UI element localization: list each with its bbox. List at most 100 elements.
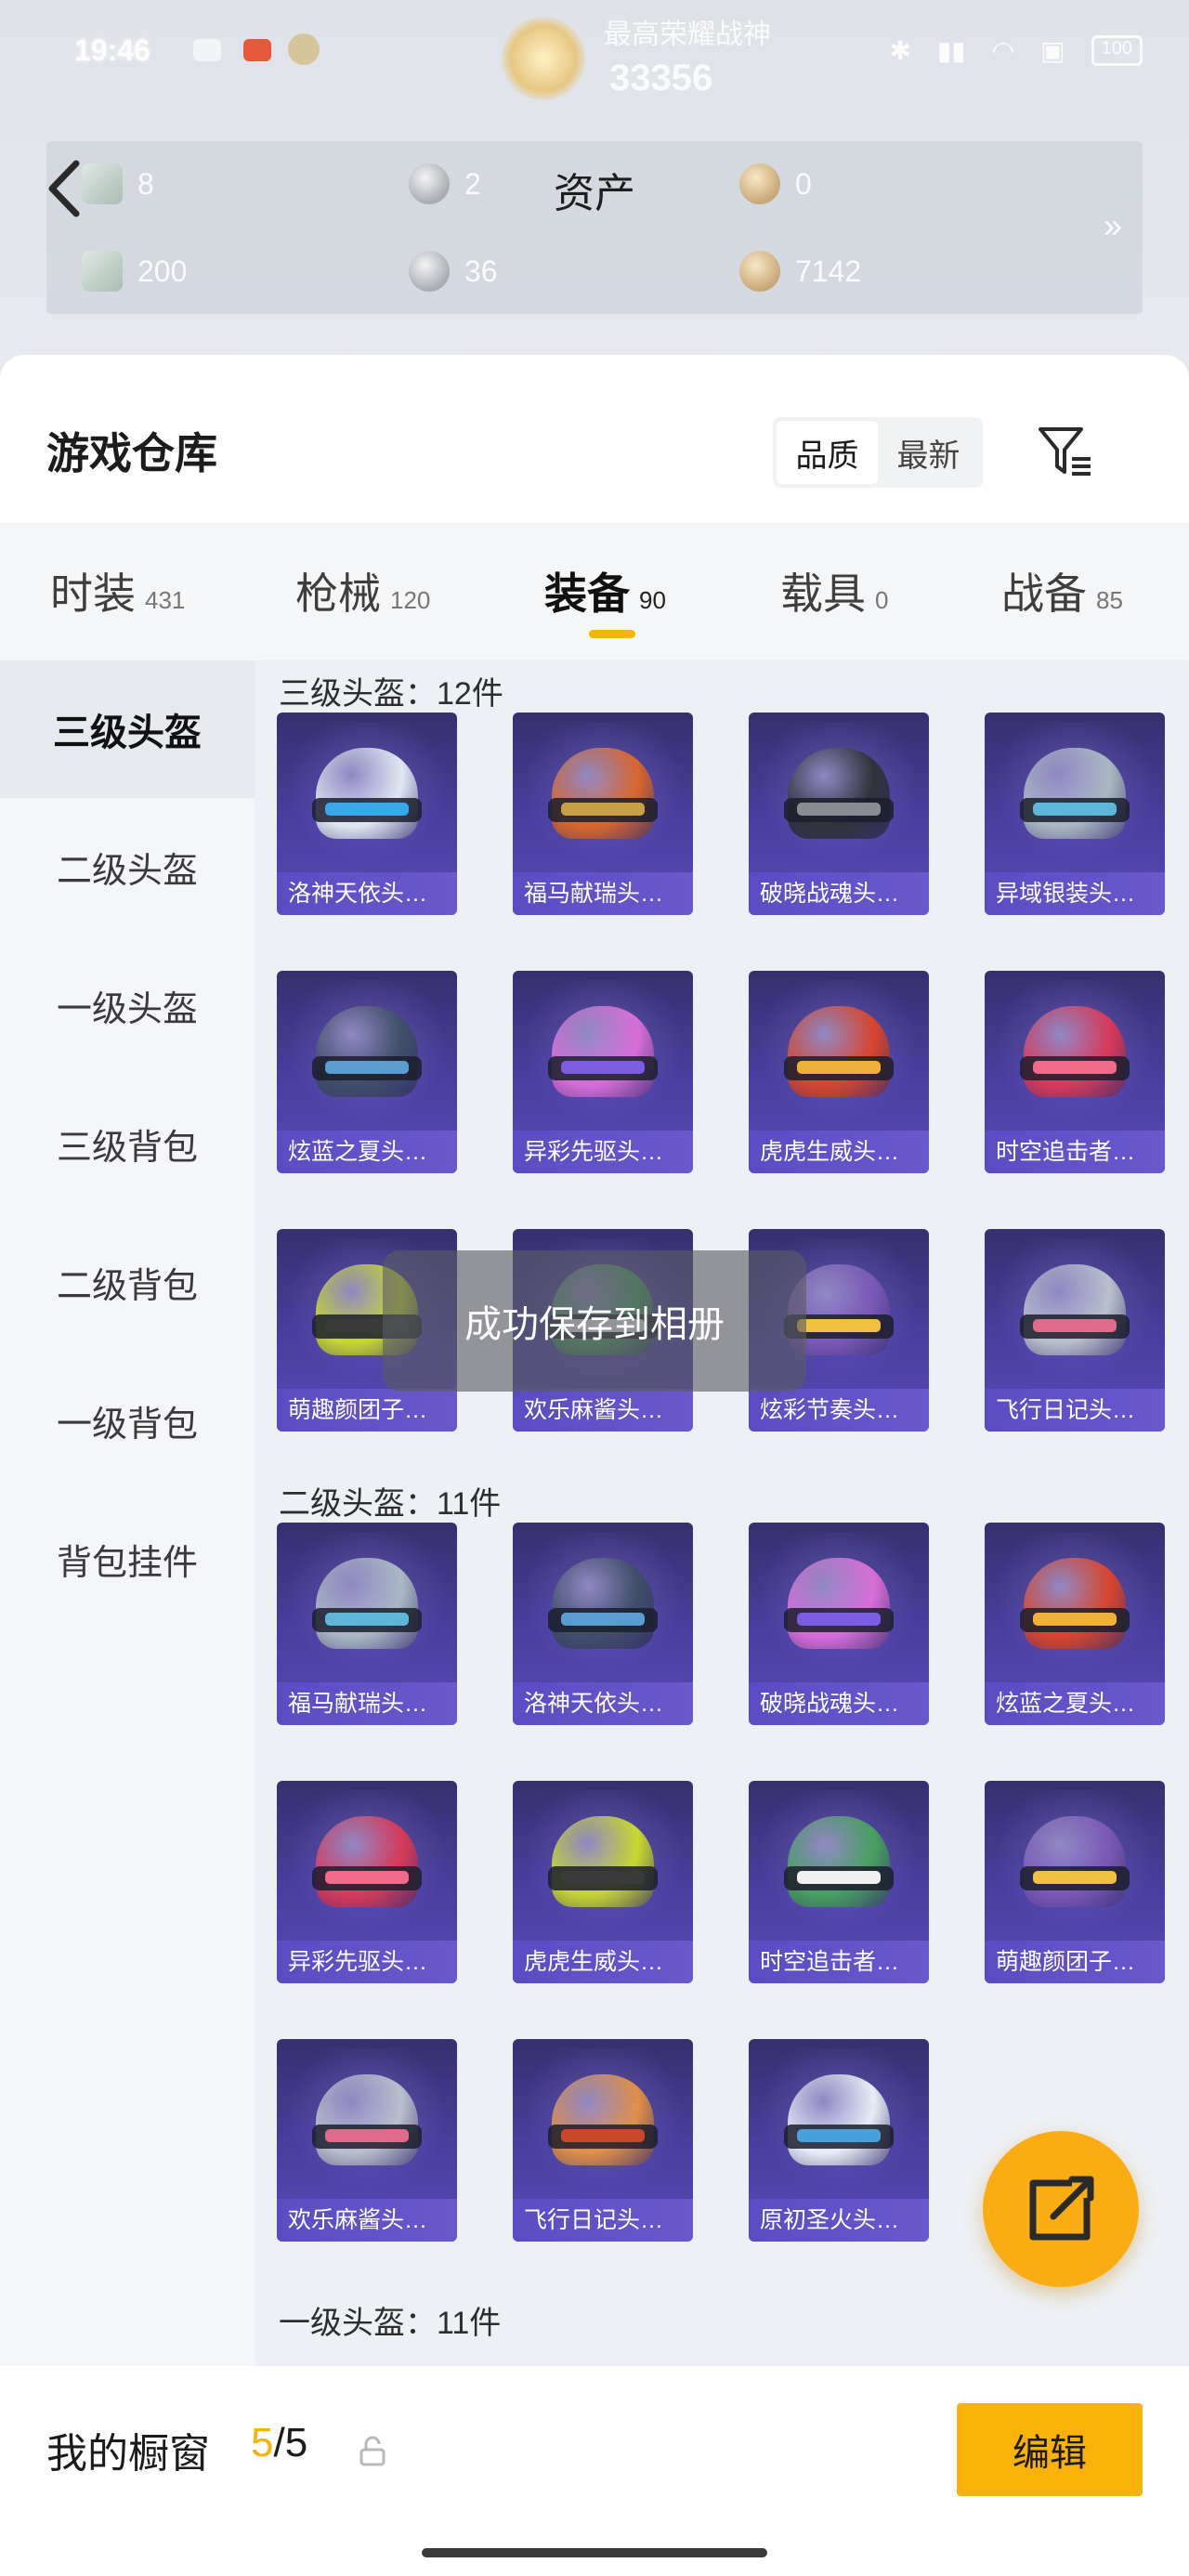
chevron-right-icon[interactable]: » — [1104, 206, 1122, 245]
helmet-icon — [788, 1816, 890, 1907]
helmet-visor-lens — [797, 1871, 881, 1884]
filter-icon[interactable] — [1033, 418, 1098, 483]
gold-coin-icon — [739, 163, 780, 204]
share-icon — [1029, 2176, 1094, 2241]
toast-message: 成功保存到相册 — [383, 1250, 806, 1392]
item-card[interactable]: 飞行日记头… — [513, 2039, 693, 2242]
item-name: 时空追击者… — [985, 1131, 1165, 1173]
showcase-total: 5 — [284, 2420, 308, 2465]
asset-ticket: 200 — [82, 251, 187, 292]
item-card[interactable]: 飞行日记头… — [985, 1229, 1165, 1432]
tab-supplies[interactable]: 战备 85 — [1001, 560, 1123, 621]
tab-weapons[interactable]: 枪械 120 — [295, 560, 430, 621]
asset-header: 19:46 ✱ ▮▮ ◠ ▣ 100 最高荣耀战神 33356 资产 » 8 2… — [0, 0, 1189, 372]
item-card[interactable]: 原初圣火头… — [749, 2039, 929, 2242]
item-card[interactable]: 时空追击者… — [985, 971, 1165, 1173]
helmet-visor-lens — [561, 1613, 645, 1626]
showcase-label: 我的橱窗 — [46, 2431, 210, 2477]
item-card[interactable]: 炫蓝之夏头… — [985, 1523, 1165, 1725]
item-card[interactable]: 破晓战魂头… — [749, 1523, 929, 1725]
sort-quality-button[interactable]: 品质 — [777, 421, 878, 484]
showcase-separator: / — [273, 2420, 285, 2465]
item-card[interactable]: 异彩先驱头… — [513, 971, 693, 1173]
helmet-visor-lens — [561, 2129, 645, 2142]
sort-latest-button[interactable]: 最新 — [878, 421, 979, 484]
helmet-icon — [316, 2074, 418, 2165]
notification-icon — [193, 39, 221, 61]
tab-count: 120 — [390, 586, 431, 614]
helmet-icon — [316, 1558, 418, 1649]
item-card[interactable]: 洛神天依头… — [277, 713, 457, 915]
lock-icon — [359, 2436, 385, 2466]
helmet-visor-lens — [561, 1871, 645, 1884]
helmet-visor-lens — [325, 2129, 409, 2142]
status-time: 19:46 — [74, 33, 150, 67]
item-card[interactable]: 虎虎生威头… — [513, 1781, 693, 1983]
helmet-icon — [552, 748, 654, 839]
sidebar-item-level1-helmet[interactable]: 一级头盔 — [0, 936, 255, 1074]
helmet-visor-lens — [797, 803, 881, 816]
game-icon — [243, 39, 271, 61]
tab-label: 战备 — [1001, 569, 1087, 618]
item-card[interactable]: 异彩先驱头… — [277, 1781, 457, 1983]
helmet-icon — [1024, 1816, 1126, 1907]
item-card[interactable]: 破晓战魂头… — [749, 713, 929, 915]
helmet-icon — [552, 2074, 654, 2165]
helmet-icon — [1024, 1006, 1126, 1097]
sidebar-item-level2-helmet[interactable]: 二级头盔 — [0, 798, 255, 935]
helmet-icon — [1024, 1264, 1126, 1355]
helmet-visor-lens — [797, 2129, 881, 2142]
item-card[interactable]: 异域银装头… — [985, 713, 1165, 915]
helmet-visor-lens — [325, 1871, 409, 1884]
helmet-visor-lens — [797, 1319, 881, 1332]
tab-fashion[interactable]: 时装 431 — [50, 560, 185, 621]
item-card[interactable]: 福马献瑞头… — [277, 1523, 457, 1725]
sidebar-item-level2-backpack[interactable]: 二级背包 — [0, 1213, 255, 1351]
sidebar-item-backpack-charm[interactable]: 背包挂件 — [0, 1490, 255, 1628]
section-title: 二级头盔：11件 — [279, 1486, 502, 1522]
helmet-icon — [316, 1006, 418, 1097]
helmet-icon — [1024, 1558, 1126, 1649]
item-name: 欢乐麻酱头… — [277, 2199, 457, 2242]
category-tabs: 时装 431 枪械 120 装备 90 载具 0 战备 85 — [0, 523, 1189, 660]
status-bar: 19:46 ✱ ▮▮ ◠ ▣ 100 — [0, 28, 1189, 84]
item-card[interactable]: 洛神天依头… — [513, 1523, 693, 1725]
tab-label: 装备 — [544, 569, 630, 618]
item-card[interactable]: 福马献瑞头… — [513, 713, 693, 915]
asset-gem: 8 — [82, 163, 154, 204]
active-tab-indicator — [589, 630, 635, 638]
tab-label: 载具 — [780, 569, 866, 618]
showcase-bar: 我的橱窗 5/5 编辑 — [0, 2368, 1189, 2576]
asset-value: 0 — [795, 166, 812, 201]
asset-value: 200 — [137, 254, 188, 288]
item-card[interactable]: 欢乐麻酱头… — [277, 2039, 457, 2242]
token-icon — [409, 163, 450, 204]
item-card[interactable]: 虎虎生威头… — [749, 971, 929, 1173]
sidebar-item-level1-backpack[interactable]: 一级背包 — [0, 1352, 255, 1489]
item-name: 炫彩节奏头… — [749, 1389, 929, 1432]
tab-equipment[interactable]: 装备 90 — [544, 560, 666, 621]
tab-count: 85 — [1096, 586, 1123, 614]
tab-count: 90 — [639, 586, 666, 614]
edit-button[interactable]: 编辑 — [957, 2403, 1143, 2496]
item-card[interactable]: 炫蓝之夏头… — [277, 971, 457, 1173]
helmet-icon — [788, 748, 890, 839]
sidebar-item-level3-helmet[interactable]: 三级头盔 — [0, 660, 255, 798]
item-card[interactable]: 时空追击者… — [749, 1781, 929, 1983]
sidebar-item-level3-backpack[interactable]: 三级背包 — [0, 1075, 255, 1212]
showcase-used: 5 — [251, 2420, 274, 2465]
helmet-visor-lens — [1033, 1613, 1117, 1626]
status-right: ✱ ▮▮ ◠ ▣ 100 — [889, 35, 1143, 66]
helmet-visor-lens — [325, 1613, 409, 1626]
item-card[interactable]: 萌趣颜团子… — [985, 1781, 1165, 1983]
wifi-icon: ◠ — [991, 36, 1015, 65]
gem-icon — [82, 163, 123, 204]
helmet-icon — [552, 1006, 654, 1097]
share-button[interactable] — [983, 2131, 1139, 2287]
rank-label: 最高荣耀战神 — [604, 20, 771, 50]
helmet-visor-lens — [797, 1061, 881, 1074]
battery-icon: 100 — [1091, 35, 1143, 66]
helmet-visor-lens — [325, 803, 409, 816]
tab-vehicles[interactable]: 载具 0 — [780, 560, 888, 621]
item-name: 洛神天依头… — [277, 872, 457, 915]
